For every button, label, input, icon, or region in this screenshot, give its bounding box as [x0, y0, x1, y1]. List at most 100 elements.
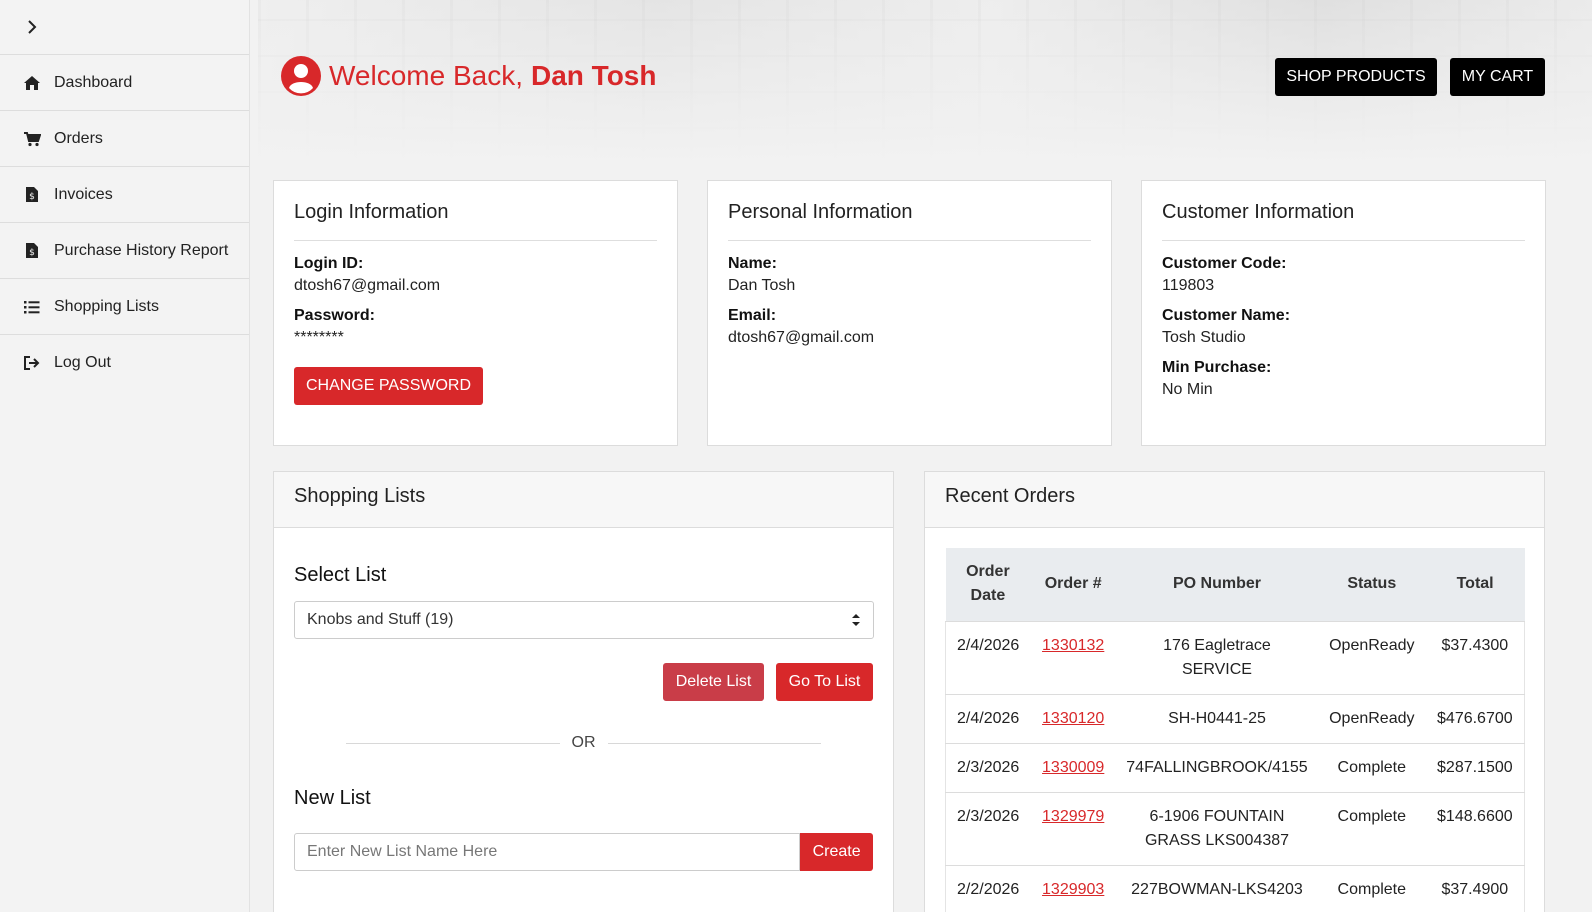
order-date: 2/3/2026	[945, 791, 1031, 865]
cart-icon	[23, 130, 41, 148]
customer-code-value: 119803	[1162, 277, 1215, 294]
order-status: Complete	[1317, 864, 1426, 912]
order-total: $37.4300	[1425, 620, 1525, 694]
user-name: Dan Tosh	[531, 60, 657, 91]
user-avatar-icon	[281, 56, 321, 96]
select-arrows-icon	[852, 614, 860, 626]
recent-orders-table: Order Date Order # PO Number Status Total…	[945, 548, 1525, 912]
column-header-total: Total	[1425, 548, 1525, 621]
sidebar-item-label: Orders	[54, 129, 103, 147]
column-header-order-date: Order Date	[945, 548, 1031, 621]
list-select-value: Knobs and Stuff (19)	[307, 611, 454, 628]
divider-line	[607, 742, 821, 744]
sidebar-item-purchase-history[interactable]: $ Purchase History Report	[0, 223, 249, 279]
personal-info-card: Personal Information Name: Dan Tosh Emai…	[707, 180, 1112, 446]
order-number-link[interactable]: 1329903	[1042, 881, 1104, 898]
order-total: $476.6700	[1425, 693, 1525, 743]
min-purchase-value: No Min	[1162, 381, 1213, 398]
order-number-cell: 1330120	[1030, 693, 1117, 743]
email-value: dtosh67@gmail.com	[728, 329, 875, 346]
name-value: Dan Tosh	[728, 277, 796, 294]
sidebar-toggle[interactable]	[0, 0, 249, 55]
order-status: OpenReady	[1317, 620, 1426, 694]
order-total: $287.1500	[1425, 742, 1525, 792]
new-list-name-input[interactable]	[294, 833, 801, 871]
select-list-heading: Select List	[294, 564, 387, 586]
po-number: 227BOWMAN-LKS4203	[1116, 864, 1318, 912]
delete-list-button[interactable]: Delete List	[663, 663, 764, 701]
or-label: OR	[571, 734, 596, 751]
order-status: Complete	[1317, 791, 1426, 865]
table-row: 2/4/2026 1330120 SH-H0441-25 OpenReady $…	[945, 693, 1525, 743]
table-row: 2/2/2026 1329903 227BOWMAN-LKS4203 Compl…	[945, 864, 1525, 912]
order-number-cell: 1329903	[1030, 864, 1117, 912]
order-date: 2/2/2026	[945, 864, 1031, 912]
change-password-button[interactable]: CHANGE PASSWORD	[294, 367, 483, 405]
login-info-card: Login Information Login ID: dtosh67@gmai…	[273, 180, 678, 446]
order-number-cell: 1330009	[1030, 742, 1117, 792]
sidebar-item-dashboard[interactable]: Dashboard	[0, 55, 249, 111]
password-label: Password:	[294, 307, 375, 324]
divider-line	[346, 742, 560, 744]
welcome-heading: Welcome Back, Dan Tosh	[281, 56, 656, 96]
order-number-cell: 1329979	[1030, 791, 1117, 865]
column-header-status: Status	[1317, 548, 1426, 621]
sidebar-item-logout[interactable]: Log Out	[0, 335, 249, 391]
order-date: 2/4/2026	[945, 620, 1031, 694]
sidebar-item-label: Log Out	[54, 354, 111, 371]
shopping-lists-card: Shopping Lists Select List Knobs and Stu…	[273, 471, 894, 912]
order-number-link[interactable]: 1329979	[1042, 808, 1104, 825]
go-to-list-button[interactable]: Go To List	[776, 663, 873, 701]
order-number-link[interactable]: 1330132	[1042, 637, 1104, 654]
sidebar-item-invoices[interactable]: $ Invoices	[0, 167, 249, 223]
report-icon: $	[23, 242, 41, 260]
email-label: Email:	[728, 307, 777, 324]
logout-icon	[23, 354, 41, 372]
order-number-link[interactable]: 1330009	[1042, 759, 1104, 776]
create-list-button[interactable]: Create	[800, 833, 873, 871]
sidebar: Dashboard Orders $ Invoices $ Purchase H…	[0, 0, 250, 912]
table-header-row: Order Date Order # PO Number Status Total	[945, 548, 1525, 621]
customer-code-label: Customer Code:	[1162, 255, 1287, 272]
card-title: Customer Information	[1162, 201, 1525, 241]
home-icon	[23, 74, 41, 92]
po-number: 6-1906 FOUNTAIN GRASS LKS004387	[1116, 791, 1318, 865]
sidebar-item-label: Dashboard	[54, 73, 133, 91]
password-value: ********	[294, 329, 344, 346]
sidebar-item-label: Shopping Lists	[54, 297, 159, 315]
sidebar-item-shopping-lists[interactable]: Shopping Lists	[0, 279, 249, 335]
customer-info-card: Customer Information Customer Code: 1198…	[1141, 180, 1546, 446]
po-number: 74FALLINGBROOK/4155	[1116, 742, 1318, 792]
sidebar-item-orders[interactable]: Orders	[0, 111, 249, 167]
order-number-link[interactable]: 1330120	[1042, 710, 1104, 727]
sidebar-item-label: Purchase History Report	[54, 241, 229, 259]
po-number: SH-H0441-25	[1116, 693, 1318, 743]
list-select[interactable]: Knobs and Stuff (19)	[294, 601, 874, 639]
table-row: 2/4/2026 1330132 176 Eagletrace SERVICE O…	[945, 620, 1525, 694]
order-date: 2/3/2026	[945, 742, 1031, 792]
svg-text:$: $	[29, 248, 35, 258]
order-total: $37.4900	[1425, 864, 1525, 912]
login-id-value: dtosh67@gmail.com	[294, 277, 441, 294]
card-title: Login Information	[294, 201, 657, 241]
panel-title: Recent Orders	[925, 472, 1544, 528]
po-number: 176 Eagletrace SERVICE	[1116, 620, 1318, 694]
panel-title: Shopping Lists	[274, 472, 893, 528]
card-title: Personal Information	[728, 201, 1091, 241]
order-number-cell: 1330132	[1030, 620, 1117, 694]
customer-name-label: Customer Name:	[1162, 307, 1291, 324]
sidebar-item-label: Invoices	[54, 185, 113, 203]
order-date: 2/4/2026	[945, 693, 1031, 743]
list-icon	[23, 298, 41, 316]
table-row: 2/3/2026 1330009 74FALLINGBROOK/4155 Com…	[945, 742, 1525, 792]
new-list-heading: New List	[294, 787, 371, 809]
my-cart-button[interactable]: MY CART	[1450, 58, 1545, 96]
shop-products-button[interactable]: SHOP PRODUCTS	[1275, 58, 1437, 96]
name-label: Name:	[728, 255, 777, 272]
column-header-order-number: Order #	[1030, 548, 1117, 621]
order-status: OpenReady	[1317, 693, 1426, 743]
svg-text:$: $	[29, 192, 35, 202]
or-divider: OR	[346, 734, 821, 752]
login-id-label: Login ID:	[294, 255, 364, 272]
min-purchase-label: Min Purchase:	[1162, 359, 1272, 376]
